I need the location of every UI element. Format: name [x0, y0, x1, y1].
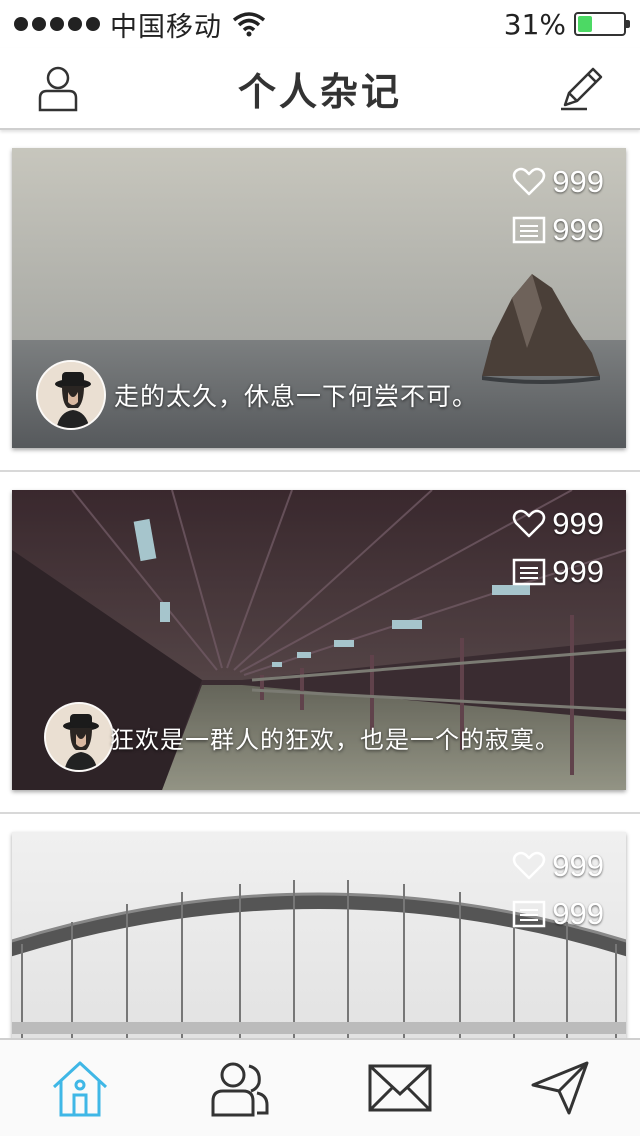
- post-caption-row: 走的太久，休息一下何尝不可。: [36, 360, 478, 430]
- profile-button[interactable]: [28, 58, 88, 118]
- wifi-icon: [232, 12, 266, 37]
- compose-button[interactable]: [552, 58, 612, 118]
- status-right: 31%: [503, 7, 630, 41]
- post-stats: 999 999: [512, 848, 604, 932]
- comment-icon: [513, 216, 546, 244]
- post-item: 999 999: [0, 130, 640, 472]
- like-count: 999: [552, 506, 604, 541]
- comment-stat[interactable]: 999: [512, 212, 604, 248]
- tab-send[interactable]: [520, 1048, 600, 1128]
- user-icon: [38, 66, 78, 112]
- tab-home[interactable]: [40, 1048, 120, 1128]
- signal-icon: [14, 17, 100, 31]
- heart-icon: [513, 167, 546, 196]
- comment-icon: [513, 900, 546, 928]
- comment-stat[interactable]: 999: [512, 896, 604, 932]
- comment-count: 999: [552, 896, 604, 931]
- comment-count: 999: [552, 212, 604, 247]
- like-count: 999: [552, 164, 604, 199]
- battery-fill: [578, 16, 592, 32]
- comment-count: 999: [552, 554, 604, 589]
- nav-bar: 个人杂记: [0, 48, 640, 130]
- like-stat[interactable]: 999: [512, 848, 604, 884]
- avatar[interactable]: [36, 360, 106, 430]
- send-icon: [531, 1061, 589, 1115]
- post-card[interactable]: 999 999: [12, 832, 626, 1038]
- comment-stat[interactable]: 999: [512, 554, 604, 590]
- comment-icon: [513, 558, 546, 586]
- post-stats: 999 999: [512, 164, 604, 248]
- page-title: 个人杂记: [237, 69, 402, 114]
- tab-bar: [0, 1038, 640, 1136]
- home-icon: [52, 1061, 108, 1117]
- post-feed[interactable]: 999 999 走的太久，休息一下何尝不可。 999 999 狂欢是一群人的狂欢…: [0, 130, 640, 1038]
- tab-messages[interactable]: [360, 1048, 440, 1128]
- like-count: 999: [552, 848, 604, 883]
- post-caption-row: 狂欢是一群人的狂欢，也是一个的寂寞。: [44, 702, 560, 772]
- like-stat[interactable]: 999: [512, 164, 604, 200]
- battery-percent: 31%: [503, 7, 566, 41]
- post-card[interactable]: 999 999: [12, 148, 626, 448]
- avatar[interactable]: [44, 702, 114, 772]
- post-caption: 走的太久，休息一下何尝不可。: [114, 382, 479, 411]
- heart-icon: [513, 509, 546, 538]
- heart-icon: [513, 851, 546, 880]
- tab-friends[interactable]: [200, 1048, 280, 1128]
- post-item: 999 999: [0, 814, 640, 1038]
- friends-icon: [211, 1062, 269, 1117]
- post-caption: 狂欢是一群人的狂欢，也是一个的寂寞。: [110, 725, 560, 754]
- mail-icon: [368, 1064, 432, 1112]
- pencil-icon: [561, 67, 603, 111]
- post-item: 999 999: [0, 472, 640, 814]
- post-stats: 999 999: [512, 506, 604, 590]
- carrier-name: 中国移动: [110, 11, 222, 43]
- status-bar: 中国移动 31%: [0, 0, 640, 48]
- post-card[interactable]: 999 999: [12, 490, 626, 790]
- status-left: 中国移动: [14, 5, 266, 44]
- battery-icon: [574, 12, 630, 36]
- like-stat[interactable]: 999: [512, 506, 604, 542]
